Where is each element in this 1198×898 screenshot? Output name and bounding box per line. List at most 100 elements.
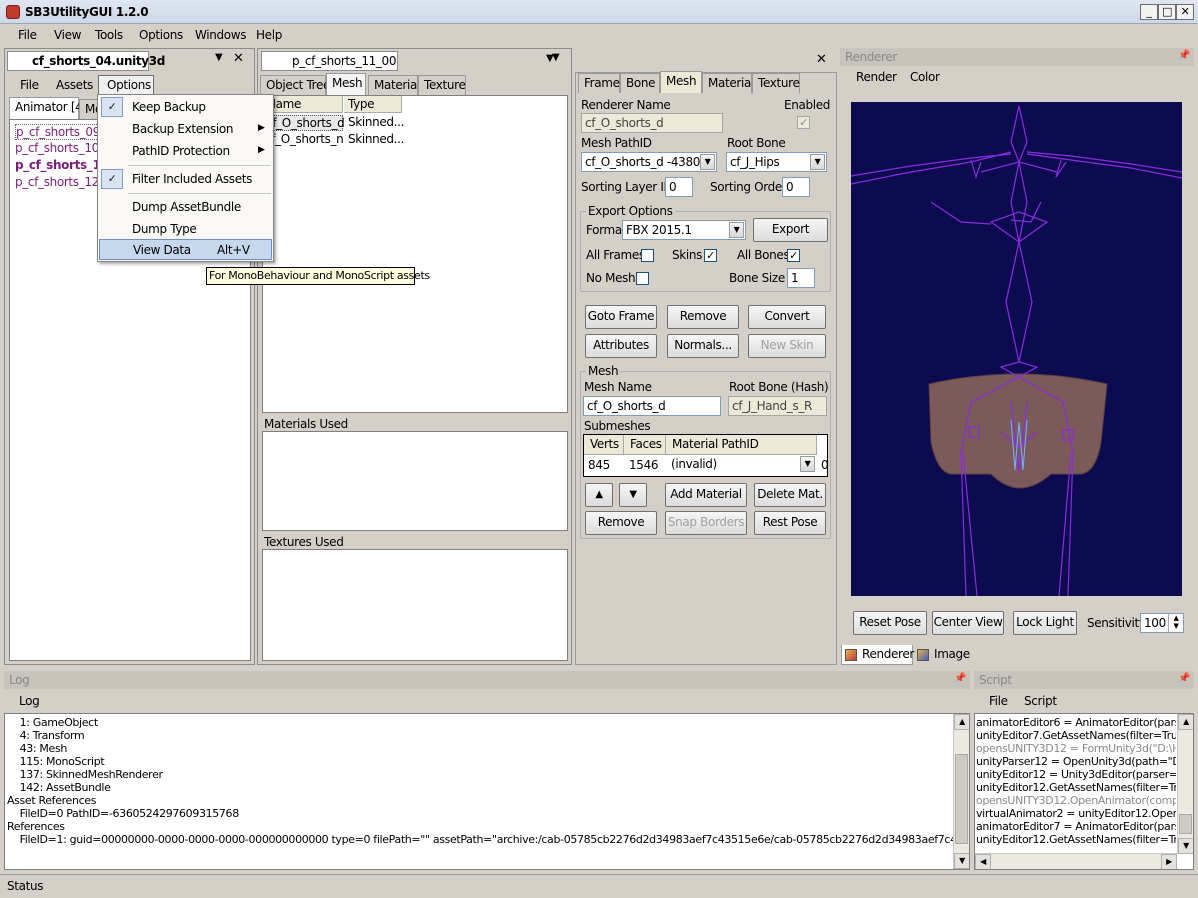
tab-bone[interactable]: Bone: [620, 73, 660, 93]
delete-material-button[interactable]: Delete Mat.: [754, 483, 826, 507]
script-scrollbar[interactable]: ▲ ▼: [1177, 714, 1193, 854]
menu-item-view-data[interactable]: View Data Alt+V: [99, 239, 272, 260]
export-button[interactable]: Export: [753, 218, 828, 242]
scroll-left-icon[interactable]: ◀: [975, 854, 991, 869]
left-menu-assets[interactable]: Assets: [56, 78, 93, 92]
mesh-name-input[interactable]: cf_O_shorts_d: [583, 396, 721, 416]
scroll-thumb[interactable]: [955, 754, 968, 844]
reset-pose-button[interactable]: Reset Pose: [853, 611, 927, 635]
pin-icon[interactable]: 📌: [954, 673, 966, 684]
menu-item-keep-backup[interactable]: Keep Backup: [132, 100, 206, 114]
log-menu[interactable]: Log: [19, 694, 40, 708]
enabled-checkbox[interactable]: ✓: [797, 116, 810, 129]
scroll-up-icon[interactable]: ▲: [954, 714, 969, 730]
all-frames-checkbox[interactable]: [641, 249, 654, 262]
lock-light-button[interactable]: Lock Light: [1013, 611, 1077, 635]
tab-mesh-editor[interactable]: Mesh: [660, 71, 702, 93]
menu-view[interactable]: View: [54, 28, 81, 42]
chevron-down-icon[interactable]: ▼: [700, 154, 715, 170]
root-bone-select[interactable]: cf_J_Hips ▼: [726, 152, 827, 172]
script-hscrollbar[interactable]: ◀ ▶: [975, 853, 1177, 869]
menu-options[interactable]: Options: [139, 28, 183, 42]
script-menu-file[interactable]: File: [989, 694, 1008, 708]
bone-size-input[interactable]: 1: [787, 268, 815, 288]
renderer-menu-color[interactable]: Color: [910, 70, 940, 84]
tab-frame[interactable]: Frame: [578, 73, 620, 93]
snap-borders-button[interactable]: Snap Borders: [665, 511, 747, 535]
material-pathid-select[interactable]: (invalid) ▼: [668, 455, 816, 475]
minimize-button[interactable]: _: [1140, 4, 1158, 20]
list-item[interactable]: p_cf_shorts_10_: [15, 141, 105, 155]
convert-button[interactable]: Convert: [748, 305, 826, 329]
chevron-down-icon[interactable]: ▼: [546, 53, 554, 64]
tab-texture[interactable]: Texture: [418, 75, 466, 95]
chevron-down-icon[interactable]: ▼: [810, 154, 825, 170]
pin-icon[interactable]: 📌: [1178, 673, 1190, 684]
table-row-name[interactable]: cf_O_shorts_n: [265, 132, 344, 146]
maximize-button[interactable]: □: [1158, 4, 1176, 20]
log-scrollbar[interactable]: ▲ ▼: [953, 714, 969, 869]
renderer-menu-render[interactable]: Render: [856, 70, 897, 84]
chevron-down-icon[interactable]: ▼: [729, 222, 744, 238]
scroll-thumb[interactable]: [1179, 814, 1192, 834]
menu-item-filter-included[interactable]: Filter Included Assets: [132, 172, 252, 186]
left-menu-file[interactable]: File: [20, 78, 39, 92]
mesh-pathid-select[interactable]: cf_O_shorts_d -4380841 ▼: [581, 152, 717, 172]
log-textbox[interactable]: 1: GameObject 4: Transform 43: Mesh 115:…: [4, 713, 970, 870]
move-up-button[interactable]: ▲: [585, 483, 613, 507]
chevron-down-icon[interactable]: ▼: [215, 52, 223, 63]
menu-windows[interactable]: Windows: [195, 28, 246, 42]
doc-tab-left[interactable]: cf_shorts_04.unity3d: [7, 51, 165, 71]
chevron-down-icon[interactable]: ▼: [800, 456, 815, 472]
normals-button[interactable]: Normals...: [667, 334, 739, 358]
column-header-material[interactable]: Material PathID: [666, 435, 817, 455]
close-icon[interactable]: ✕: [233, 51, 244, 66]
menu-item-backup-extension[interactable]: Backup Extension: [132, 122, 233, 136]
menu-help[interactable]: Help: [256, 28, 282, 42]
scroll-down-icon[interactable]: ▼: [1178, 838, 1193, 854]
menu-item-dump-type[interactable]: Dump Type: [132, 222, 197, 236]
cell-faces[interactable]: 1546: [629, 458, 658, 472]
tab-mesh[interactable]: Mesh: [326, 73, 366, 95]
menu-tools[interactable]: Tools: [95, 28, 123, 42]
cell-verts[interactable]: 845: [588, 458, 610, 472]
tab-material[interactable]: Material: [368, 75, 420, 95]
doc-tab-middle[interactable]: p_cf_shorts_11_00: [261, 51, 398, 71]
pin-icon[interactable]: 📌: [1178, 50, 1190, 61]
goto-frame-button[interactable]: Goto Frame: [585, 305, 657, 329]
no-mesh-checkbox[interactable]: [636, 272, 649, 285]
scroll-up-icon[interactable]: ▲: [1178, 714, 1193, 730]
tab-texture-editor[interactable]: Texture: [752, 73, 800, 93]
skins-checkbox[interactable]: ✓: [704, 249, 717, 262]
column-header-name[interactable]: Name: [263, 96, 343, 113]
sorting-order-input[interactable]: 0: [782, 177, 810, 197]
list-item[interactable]: p_cf_shorts_09_: [15, 124, 107, 140]
rest-pose-button[interactable]: Rest Pose: [754, 511, 826, 535]
new-skin-button[interactable]: New Skin: [748, 334, 826, 358]
tab-animator[interactable]: Animator [4]: [9, 97, 87, 119]
renderer-name-field[interactable]: cf_O_shorts_d: [581, 113, 723, 133]
format-select[interactable]: FBX 2015.1 ▼: [622, 220, 746, 240]
column-header-faces[interactable]: Faces: [624, 435, 666, 455]
table-row-name[interactable]: cf_O_shorts_d: [263, 115, 345, 131]
script-menu-script[interactable]: Script: [1024, 694, 1057, 708]
sensitivity-spinner[interactable]: ▲ ▼: [1168, 614, 1183, 632]
all-bones-checkbox[interactable]: ✓: [787, 249, 800, 262]
column-header-type[interactable]: Type: [344, 96, 402, 113]
root-bone-hash-field[interactable]: cf_J_Hand_s_R: [728, 396, 827, 416]
attributes-button[interactable]: Attributes: [585, 334, 657, 358]
tab-object-tree[interactable]: Object Tree: [260, 75, 330, 95]
close-icon[interactable]: ✕: [816, 52, 827, 67]
menu-item-pathid-protection[interactable]: PathID Protection: [132, 144, 230, 158]
sorting-layer-input[interactable]: 0: [665, 177, 693, 197]
column-header-verts[interactable]: Verts: [584, 435, 624, 455]
menu-item-dump-assetbundle[interactable]: Dump AssetBundle: [132, 200, 241, 214]
remove-button[interactable]: Remove: [667, 305, 739, 329]
list-item[interactable]: p_cf_shorts_12_: [15, 175, 105, 189]
list-item[interactable]: p_cf_shorts_1: [15, 158, 101, 172]
menu-file[interactable]: File: [18, 28, 37, 42]
render-viewport[interactable]: [851, 102, 1182, 596]
close-button[interactable]: ✕: [1176, 4, 1194, 20]
scroll-right-icon[interactable]: ▶: [1161, 854, 1177, 869]
tab-material-editor[interactable]: Material: [702, 73, 754, 93]
